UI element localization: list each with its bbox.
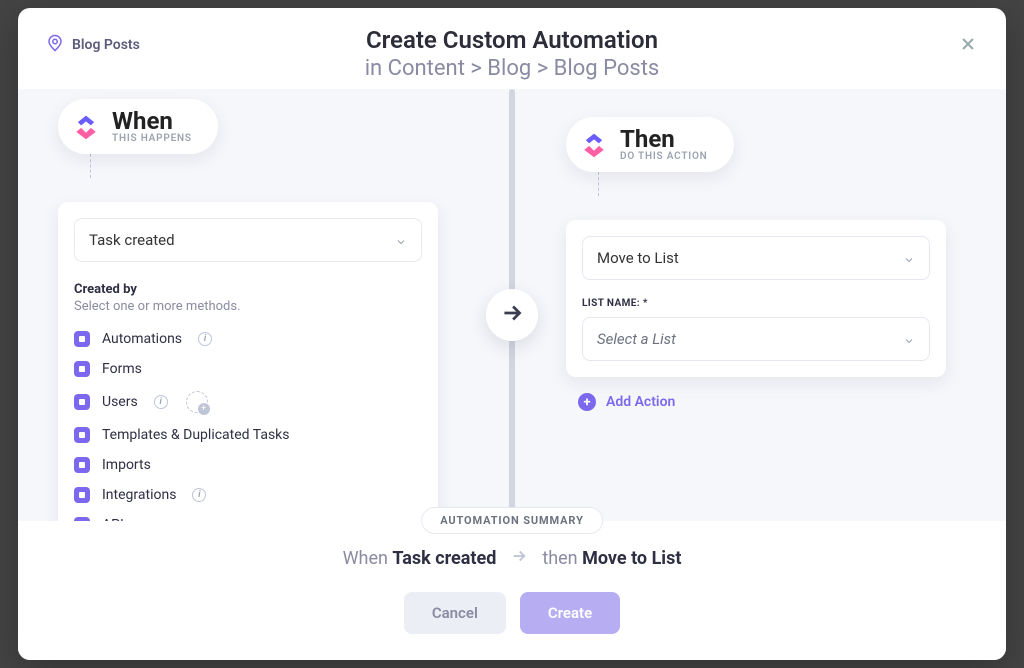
checkbox[interactable] (74, 487, 90, 503)
flow-arrow (486, 289, 538, 341)
option-label: Imports (102, 457, 151, 473)
info-icon[interactable]: i (198, 332, 212, 346)
modal-title: Create Custom Automation (46, 26, 978, 54)
chevron-down-icon (395, 234, 407, 246)
created-by-hint: Select one or more methods. (74, 299, 422, 314)
add-action-button[interactable]: + Add Action (578, 393, 946, 411)
then-sublabel: DO THIS ACTION (620, 151, 708, 162)
checkbox[interactable] (74, 361, 90, 377)
list-placeholder: Select a List (597, 330, 676, 348)
created-by-label: Created by (74, 282, 422, 297)
info-icon[interactable]: i (154, 395, 168, 409)
chevron-down-icon (903, 333, 915, 345)
location-pin-icon (46, 34, 64, 56)
plus-circle-icon: + (578, 393, 596, 411)
add-action-label: Add Action (606, 394, 675, 410)
modal-body: When THIS HAPPENS Task created Created b… (18, 89, 1006, 521)
created-by-option[interactable]: Forms (74, 354, 422, 384)
close-button[interactable] (954, 32, 982, 60)
modal-subtitle: in Content > Blog > Blog Posts (46, 56, 978, 81)
list-name-label: LIST NAME: * (582, 298, 930, 309)
summary-label: AUTOMATION SUMMARY (421, 507, 603, 534)
trigger-value: Task created (89, 231, 175, 249)
option-label: Forms (102, 361, 142, 377)
option-label: Templates & Duplicated Tasks (102, 427, 290, 443)
when-column: When THIS HAPPENS Task created Created b… (38, 89, 458, 521)
action-value: Move to List (597, 249, 679, 267)
created-by-option[interactable]: Automations i (74, 324, 422, 354)
then-pill: Then DO THIS ACTION (566, 117, 734, 172)
add-user-icon[interactable] (186, 391, 208, 413)
created-by-option[interactable]: Users i (74, 384, 422, 420)
when-label: When (112, 109, 192, 133)
when-panel: Task created Created by Select one or mo… (58, 202, 438, 521)
option-label: Integrations (102, 487, 176, 503)
arrow-right-icon (510, 547, 528, 570)
then-panel: Move to List LIST NAME: * Select a List (566, 220, 946, 377)
modal-header: Blog Posts Create Custom Automation in C… (18, 8, 1006, 89)
created-by-option[interactable]: Imports (74, 450, 422, 480)
automation-modal: Blog Posts Create Custom Automation in C… (18, 8, 1006, 660)
checkbox[interactable] (74, 427, 90, 443)
clickup-logo-icon (580, 131, 608, 159)
cancel-button[interactable]: Cancel (404, 592, 506, 634)
chevron-down-icon (903, 252, 915, 264)
created-by-option[interactable]: Integrations i (74, 480, 422, 510)
trigger-select[interactable]: Task created (74, 218, 422, 262)
option-label: Users (102, 394, 138, 410)
checkbox[interactable] (74, 394, 90, 410)
arrow-right-icon (499, 300, 525, 330)
breadcrumb[interactable]: Blog Posts (46, 34, 140, 56)
breadcrumb-label: Blog Posts (72, 37, 140, 53)
created-by-option[interactable]: API (74, 510, 422, 521)
when-sublabel: THIS HAPPENS (112, 133, 192, 144)
then-column: Then DO THIS ACTION Move to List LIST NA… (546, 89, 966, 521)
option-label: Automations (102, 331, 182, 347)
create-button[interactable]: Create (520, 592, 620, 634)
info-icon[interactable]: i (192, 488, 206, 502)
clickup-logo-icon (72, 113, 100, 141)
close-icon (958, 34, 978, 58)
created-by-option[interactable]: Templates & Duplicated Tasks (74, 420, 422, 450)
modal-footer: AUTOMATION SUMMARY When Task created the… (18, 521, 1006, 660)
checkbox[interactable] (74, 457, 90, 473)
when-pill: When THIS HAPPENS (58, 99, 218, 154)
then-label: Then (620, 127, 708, 151)
list-select[interactable]: Select a List (582, 317, 930, 361)
action-select[interactable]: Move to List (582, 236, 930, 280)
checkbox[interactable] (74, 331, 90, 347)
summary-line: When Task created then Move to List (38, 547, 986, 570)
